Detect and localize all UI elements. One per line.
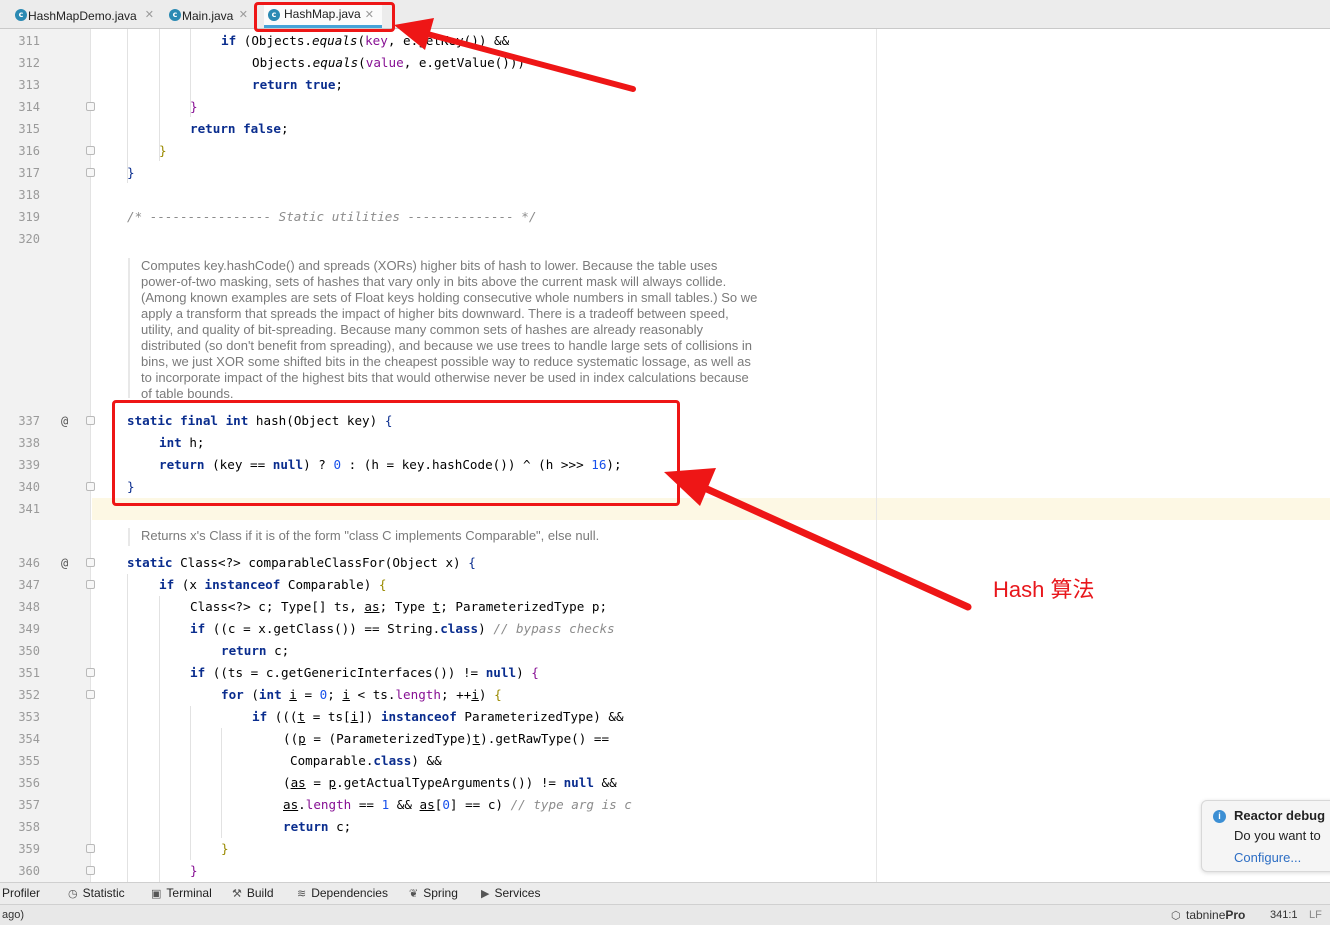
tool-window-label: Profiler bbox=[2, 886, 41, 900]
tool-window-terminal[interactable]: ▣ Terminal bbox=[151, 886, 212, 900]
dependencies-icon: ≋ bbox=[297, 886, 307, 900]
tool-window-label: Dependencies bbox=[311, 886, 388, 900]
services-icon: ▶ bbox=[481, 886, 490, 900]
tool-window-services[interactable]: ▶ Services bbox=[481, 886, 540, 900]
tool-window-build[interactable]: ⚒ Build bbox=[232, 886, 274, 900]
tool-window-label: Terminal bbox=[166, 886, 212, 900]
tool-window-profiler[interactable]: Profiler bbox=[2, 886, 40, 900]
tool-window-label: Statistic bbox=[82, 886, 125, 900]
line-separator[interactable]: LF bbox=[1309, 909, 1322, 921]
tool-window-statistic[interactable]: ◷ Statistic bbox=[68, 886, 125, 900]
tool-window-label: Services bbox=[494, 886, 541, 900]
tool-window-dependencies[interactable]: ≋ Dependencies bbox=[297, 886, 388, 900]
tabnine-suffix: Pro bbox=[1225, 908, 1246, 922]
status-message[interactable]: ago) bbox=[2, 909, 24, 921]
info-icon: i bbox=[1213, 810, 1226, 823]
terminal-icon: ▣ bbox=[151, 886, 162, 900]
arrow-to-hash-icon bbox=[664, 468, 972, 611]
arrow-to-tab-icon bbox=[394, 18, 636, 92]
tabnine-widget[interactable]: tabninePro bbox=[1186, 908, 1245, 922]
configure-link[interactable]: Configure... bbox=[1234, 850, 1301, 865]
spring-icon: ❦ bbox=[409, 886, 419, 900]
notification-title: Reactor debug bbox=[1234, 808, 1326, 823]
notification-balloon[interactable]: i Reactor debug Do you want to Configure… bbox=[1201, 800, 1330, 872]
tool-window-label: Spring bbox=[423, 886, 458, 900]
annotation-label: Hash 算法 bbox=[993, 577, 1095, 602]
annotation-arrows bbox=[394, 18, 972, 611]
build-icon: ⚒ bbox=[232, 886, 242, 900]
notification-body: Do you want to bbox=[1234, 828, 1321, 843]
caret-position[interactable]: 341:1 bbox=[1270, 909, 1298, 921]
tool-window-spring[interactable]: ❦ Spring bbox=[409, 886, 458, 900]
statistic-icon: ◷ bbox=[68, 886, 78, 900]
tabnine-prefix: tabnine bbox=[1186, 908, 1226, 922]
tool-window-bar: Profiler ◷ Statistic ▣ Terminal ⚒ Build … bbox=[0, 882, 1330, 904]
status-bar: ago) ⬡ tabninePro 341:1 LF bbox=[0, 904, 1330, 925]
tabnine-icon: ⬡ bbox=[1171, 910, 1181, 922]
tool-window-label: Build bbox=[246, 886, 274, 900]
